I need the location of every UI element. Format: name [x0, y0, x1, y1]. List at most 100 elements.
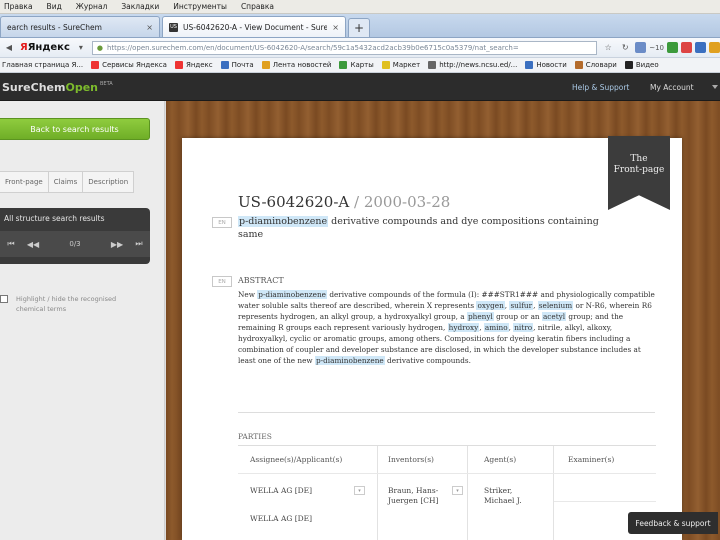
chemical-term[interactable]: hydroxy — [447, 323, 480, 332]
title-separator: / — [349, 193, 364, 211]
tab-search-results[interactable]: earch results - SureChem × — [0, 16, 160, 37]
column-header: Agent(s) — [484, 455, 517, 464]
pager-count: 0/3 — [69, 240, 81, 248]
expand-icon[interactable]: ▾ — [354, 486, 365, 495]
bookmark-label: Главная страница Я... — [2, 61, 84, 69]
new-tab-button[interactable]: + — [348, 18, 370, 37]
close-tab-icon[interactable]: × — [146, 23, 153, 32]
tab-view-document[interactable]: US US-6042620-A - View Document - SureCh… — [162, 16, 346, 37]
bookmark-label: http://news.ncsu.ed/... — [439, 61, 518, 69]
bookmark-item[interactable]: Лента новостей — [261, 61, 332, 69]
dropdown-arrow-icon[interactable]: ▾ — [74, 41, 88, 55]
chemical-term[interactable]: p-diaminobenzene — [238, 216, 329, 227]
browser-nav-bar: ◀ ЯЯндекс ▾ ● https://open.surechem.com/… — [0, 38, 720, 58]
bookmark-item[interactable]: Почта — [220, 61, 254, 69]
first-page-icon[interactable]: ⏮ — [0, 231, 22, 257]
tab-title: US-6042620-A - View Document - SureCh... — [183, 22, 328, 32]
chemical-term[interactable]: acetyl — [541, 312, 567, 321]
tab-claims[interactable]: Claims — [48, 171, 84, 193]
left-sidebar: Back to search results Front-page Claims… — [0, 101, 165, 540]
menu-history[interactable]: Журнал — [76, 2, 108, 11]
ribbon-line-2: Front-page — [613, 165, 665, 175]
expand-icon[interactable]: ▾ — [452, 486, 463, 495]
tab-front-page[interactable]: Front-page — [0, 171, 49, 193]
column-header: Inventors(s) — [388, 455, 434, 464]
chemical-term[interactable]: sulfur — [509, 301, 534, 310]
addon-green-icon[interactable] — [667, 42, 678, 53]
assignee-name: WELLA AG [DE] — [250, 514, 313, 523]
language-tag[interactable]: EN — [212, 276, 232, 287]
menu-edit[interactable]: Правка — [4, 2, 33, 11]
app-header: SureChemOpen BETA Help & Support My Accou… — [0, 73, 720, 101]
back-to-search-results-button[interactable]: Back to search results — [0, 118, 150, 140]
chemical-term[interactable]: phenyl — [466, 312, 494, 321]
my-account-menu[interactable]: My Account — [650, 83, 694, 92]
bookmark-label: Лента новостей — [272, 61, 332, 69]
close-tab-icon[interactable]: × — [332, 23, 339, 32]
tab-description[interactable]: Description — [83, 171, 135, 193]
page-icon — [428, 61, 437, 69]
counter-text: ~10 — [649, 43, 664, 52]
results-title: All structure search results — [4, 214, 105, 223]
help-support-link[interactable]: Help & Support — [572, 83, 629, 92]
chemical-term[interactable]: selenium — [537, 301, 574, 310]
bookmark-item[interactable]: Сервисы Яндекса — [91, 61, 167, 69]
mail-icon — [220, 61, 229, 69]
url-text: https://open.surechem.com/en/document/US… — [107, 43, 519, 52]
section-divider — [238, 412, 655, 413]
yandex-icon — [174, 61, 183, 69]
logo-text-open: Open — [65, 81, 98, 94]
bookmark-item[interactable]: Маркет — [381, 61, 420, 69]
document-section-tabs: Front-page Claims Description — [0, 171, 135, 193]
bookmark-item[interactable]: Новости — [525, 61, 567, 69]
patent-number: US-6042620-A — [238, 193, 350, 211]
addon-blue-icon[interactable] — [695, 42, 706, 53]
bookmark-item[interactable]: Словари — [574, 61, 617, 69]
bookmark-item[interactable]: Яндекс — [174, 61, 213, 69]
address-bar[interactable]: ● https://open.surechem.com/en/document/… — [91, 40, 598, 55]
surechem-open-logo[interactable]: SureChemOpen BETA — [2, 81, 113, 94]
surechem-favicon-icon: US — [169, 22, 178, 32]
chemical-term[interactable]: nitro — [513, 323, 534, 332]
bookmark-item[interactable]: http://news.ncsu.ed/... — [428, 61, 517, 69]
nav-right-icons: ☆ ↻ ~10 — [601, 41, 720, 55]
bookmark-item[interactable]: Главная страница Я... — [2, 61, 83, 69]
highlight-checkbox[interactable] — [0, 295, 8, 303]
bookmark-item[interactable]: Карты — [339, 61, 374, 69]
bookmark-label: Новости — [536, 61, 567, 69]
ribbon-line-1: The — [630, 154, 648, 164]
star-icon[interactable]: ☆ — [601, 41, 615, 55]
refresh-icon[interactable]: ↻ — [618, 41, 632, 55]
addon-orange-icon[interactable] — [709, 42, 720, 53]
document-title: US-6042620-A / 2000-03-28 — [238, 193, 450, 211]
bookmark-label: Яндекс — [185, 61, 213, 69]
back-arrow-icon[interactable]: ◀ — [2, 41, 16, 55]
row-divider — [554, 501, 656, 502]
previous-page-icon[interactable]: ◀◀ — [22, 231, 44, 257]
yandex-services-icon — [91, 61, 100, 69]
menu-bookmarks[interactable]: Закладки — [121, 2, 159, 11]
browser-tab-bar: earch results - SureChem × US US-6042620… — [0, 14, 720, 38]
abstract-fragment: group or an — [493, 312, 542, 321]
chemical-term[interactable]: amino — [483, 323, 509, 332]
chemical-term[interactable]: p-diaminobenzene — [315, 356, 385, 365]
beta-badge: BETA — [100, 81, 113, 87]
menu-view[interactable]: Вид — [47, 2, 62, 11]
last-page-icon[interactable]: ⏭ — [128, 231, 150, 257]
news-icon — [525, 61, 534, 69]
language-tag[interactable]: EN — [212, 217, 232, 228]
inventor-name: Braun, Hans-Juergen [CH] — [388, 486, 439, 505]
feedback-support-button[interactable]: Feedback & support — [628, 512, 718, 534]
market-icon — [381, 61, 390, 69]
bookmark-item[interactable]: Видео — [624, 61, 659, 69]
addon-red-icon[interactable] — [681, 42, 692, 53]
next-page-icon[interactable]: ▶▶ — [106, 231, 128, 257]
chevron-down-icon[interactable] — [712, 85, 718, 89]
menu-help[interactable]: Справка — [241, 2, 274, 11]
bookmarks-bar: Главная страница Я... Сервисы Яндекса Ян… — [0, 58, 720, 73]
toolbar-addon-icon[interactable] — [635, 42, 647, 53]
menu-tools[interactable]: Инструменты — [173, 2, 227, 11]
abstract-heading: ABSTRACT — [238, 276, 284, 285]
chemical-term[interactable]: p-diaminobenzene — [257, 290, 327, 299]
chemical-term[interactable]: oxygen — [476, 301, 505, 310]
